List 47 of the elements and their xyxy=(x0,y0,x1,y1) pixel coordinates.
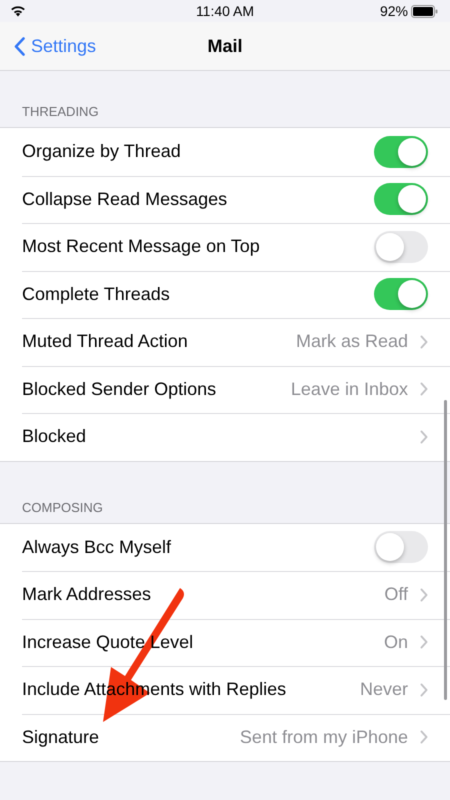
section-header: THREADING xyxy=(22,104,99,119)
chevron-left-icon xyxy=(14,36,25,56)
row-label: Always Bcc Myself xyxy=(22,536,172,558)
chevron-right-icon xyxy=(420,635,428,650)
back-button[interactable]: Settings xyxy=(0,36,96,56)
row-value: Never xyxy=(360,679,408,700)
chevron-right-icon xyxy=(420,588,428,602)
settings-row[interactable]: Muted Thread Action Mark as Read xyxy=(0,318,450,366)
settings-row[interactable]: Organize by Thread xyxy=(0,128,450,176)
toggle-switch[interactable] xyxy=(374,278,428,310)
status-time: 11:40 AM xyxy=(196,3,254,19)
chevron-right-icon xyxy=(420,682,428,697)
toggle-switch[interactable] xyxy=(374,183,428,216)
row-value: Leave in Inbox xyxy=(290,378,408,400)
row-label: Blocked xyxy=(22,426,88,448)
row-label: Mark Addresses xyxy=(22,584,152,606)
nav-title: Mail xyxy=(208,36,242,56)
battery-icon xyxy=(411,4,438,18)
chevron-right-icon xyxy=(420,730,428,744)
chevron-right-icon xyxy=(420,382,428,396)
toggle-switch[interactable] xyxy=(374,230,428,263)
settings-row[interactable]: Most Recent Message on Top xyxy=(0,223,450,270)
row-value: Off xyxy=(384,584,408,606)
section-header: COMPOSING xyxy=(22,500,103,514)
row-value: Mark as Read xyxy=(296,331,408,352)
settings-row[interactable]: Blocked xyxy=(0,413,450,460)
row-label: Organize by Thread xyxy=(22,141,182,162)
battery-percent: 92% xyxy=(380,3,408,19)
settings-row[interactable]: Always Bcc Myself xyxy=(0,524,450,571)
toggle-switch[interactable] xyxy=(374,531,428,564)
settings-row[interactable]: Blocked Sender Options Leave in Inbox xyxy=(0,366,450,413)
row-label: Collapse Read Messages xyxy=(22,188,228,210)
settings-row[interactable]: Collapse Read Messages xyxy=(0,176,450,223)
chevron-right-icon xyxy=(420,430,428,444)
settings-row[interactable]: Complete Threads xyxy=(0,270,450,318)
row-label: Signature xyxy=(22,726,100,748)
toggle-switch[interactable] xyxy=(374,136,428,168)
row-label: Muted Thread Action xyxy=(22,331,189,352)
row-label: Most Recent Message on Top xyxy=(22,236,261,258)
row-label: Blocked Sender Options xyxy=(22,378,218,400)
row-label: Complete Threads xyxy=(22,284,171,305)
settings-row[interactable]: Signature Sent from my iPhone xyxy=(0,714,450,761)
settings-row[interactable]: Mark Addresses Off xyxy=(0,571,450,618)
chevron-right-icon xyxy=(420,334,428,349)
row-value: On xyxy=(384,632,408,653)
wifi-icon xyxy=(10,5,26,17)
row-value: Sent from my iPhone xyxy=(240,726,408,748)
